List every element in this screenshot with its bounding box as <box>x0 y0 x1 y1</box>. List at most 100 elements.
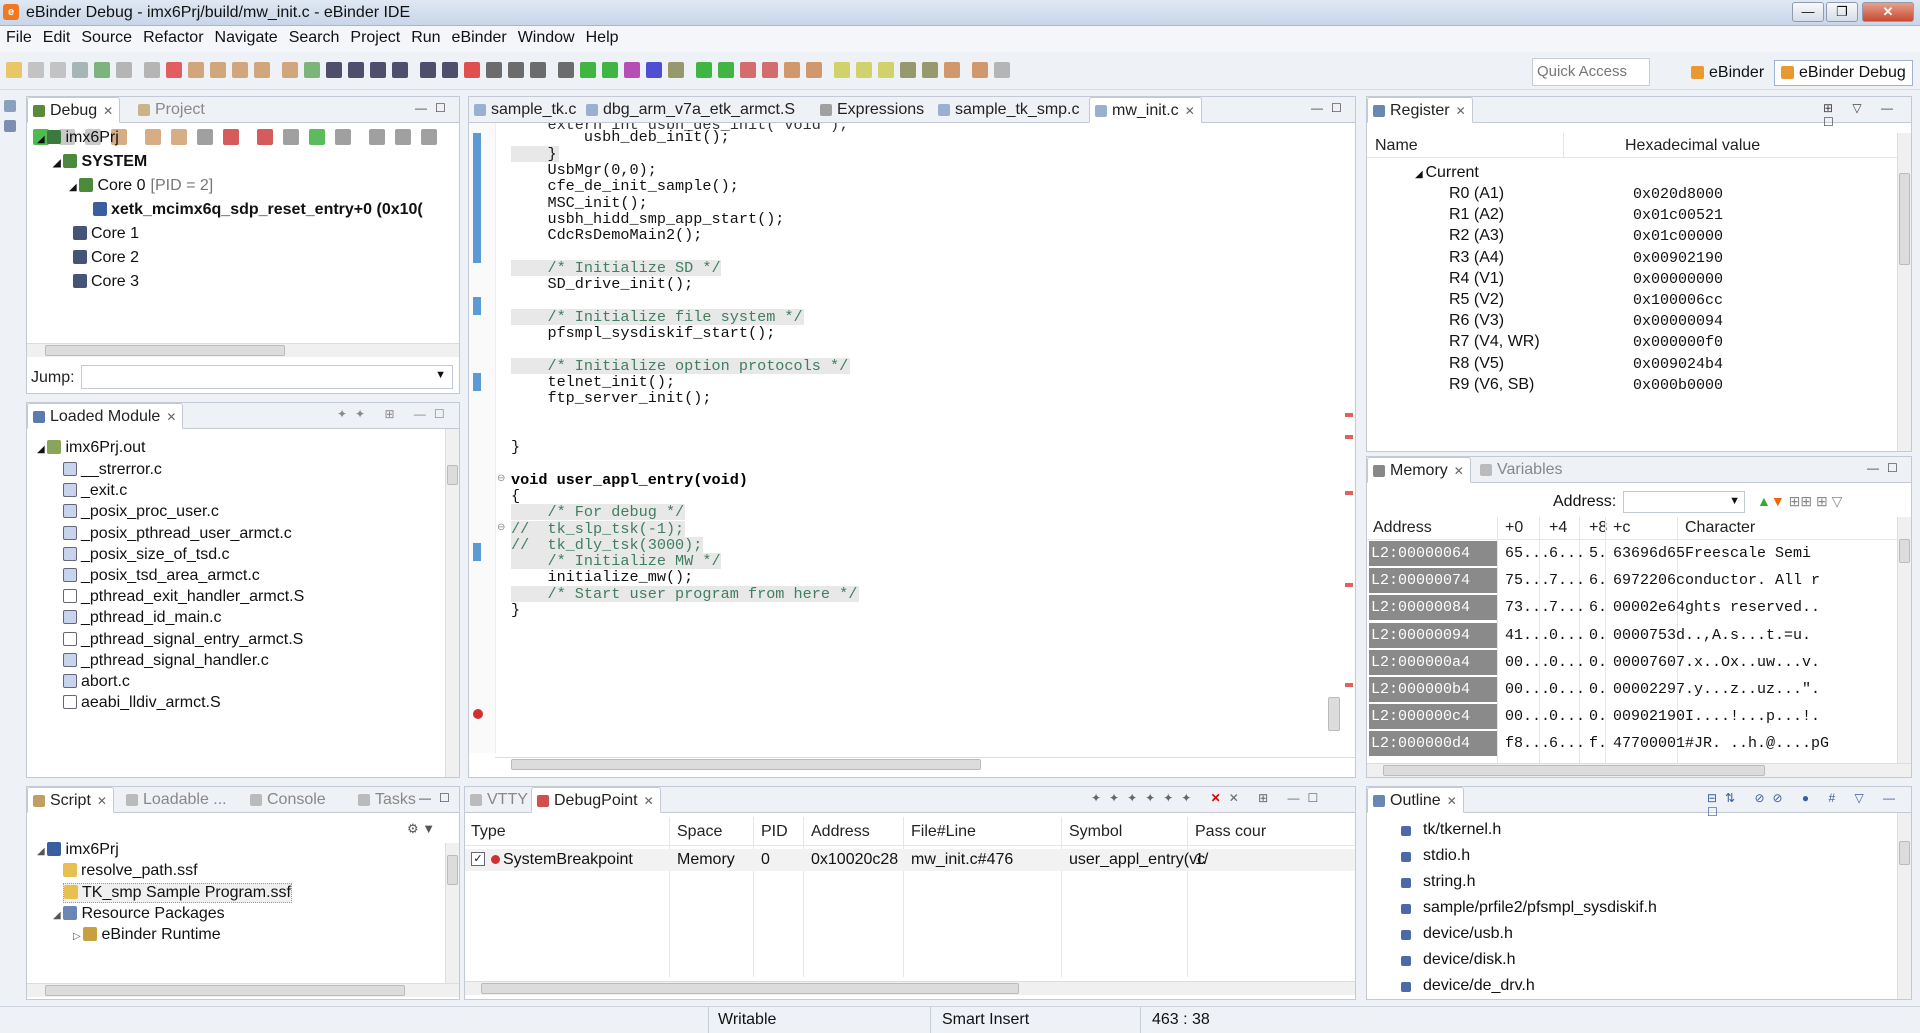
debug-tool-icon[interactable] <box>145 129 161 145</box>
toolbar-tool-icon[interactable] <box>210 62 226 78</box>
memory-cell[interactable]: 6972206c <box>1613 572 1685 589</box>
module-file[interactable]: _pthread_id_main.c <box>63 609 222 627</box>
debugpoint-col-header[interactable]: File#Line <box>911 823 976 841</box>
outline-toolbar-icons[interactable]: ⊟⇅ ⊘⊘ ● # ▽ —☐ <box>1707 791 1911 819</box>
toolbar-tool-icon[interactable] <box>232 62 248 78</box>
register-value[interactable]: 0x00902190 <box>1633 250 1723 267</box>
memory-cell[interactable]: 00... <box>1505 654 1550 671</box>
debug-tool-icon[interactable] <box>309 129 325 145</box>
expand-arrow-icon[interactable]: ◢ <box>53 158 63 169</box>
debugpoint-col-header[interactable]: PID <box>761 823 788 841</box>
toolbar-tool-icon[interactable] <box>668 62 684 78</box>
memory-cell[interactable]: 65... <box>1505 545 1550 562</box>
memory-cell[interactable]: 5. <box>1589 545 1607 562</box>
view-minmax[interactable]: —☐ <box>1867 461 1906 475</box>
memory-cell[interactable]: 75... <box>1505 572 1550 589</box>
toolbar-tool-icon[interactable] <box>718 62 734 78</box>
memory-cell[interactable]: 0000753d <box>1613 627 1685 644</box>
memory-cell[interactable]: 6... <box>1549 735 1585 752</box>
memory-address-combo[interactable]: ▼ <box>1623 491 1745 513</box>
toolbar-tool-icon[interactable] <box>442 62 458 78</box>
register-row[interactable]: R0 (A1) 0x020d8000 <box>1367 185 1897 206</box>
toolbar-tool-icon[interactable] <box>972 62 988 78</box>
expand-arrow-icon[interactable]: ◢ <box>69 182 79 193</box>
debug-tool-icon[interactable] <box>369 129 385 145</box>
tab-variables[interactable]: Variables <box>1475 457 1569 483</box>
horizontal-scrollbar[interactable] <box>27 343 459 357</box>
breakpoint-icon[interactable] <box>473 709 483 719</box>
quick-access-input[interactable]: Quick Access <box>1532 58 1650 86</box>
memory-cell[interactable]: 7... <box>1549 599 1585 616</box>
toolbar-tool-icon[interactable] <box>464 62 480 78</box>
toolbar-tool-icon[interactable] <box>806 62 822 78</box>
memory-cell[interactable]: 00... <box>1505 708 1550 725</box>
jump-combo[interactable]: ▼ <box>81 365 453 389</box>
module-root[interactable]: ◢ imx6Prj.out <box>37 439 146 457</box>
memory-cell[interactable]: 73... <box>1505 599 1550 616</box>
vertical-scrollbar[interactable] <box>1897 133 1911 451</box>
toolbar-tool-icon[interactable] <box>784 62 800 78</box>
register-row[interactable]: R5 (V2) 0x100006cc <box>1367 291 1897 312</box>
vertical-scrollbar[interactable] <box>1897 517 1911 763</box>
col-hex-value[interactable]: Hexadecimal value <box>1625 137 1760 155</box>
toolbar-tool-icon[interactable] <box>602 62 618 78</box>
module-toolbar-icons[interactable]: ✦✦ ⊞ —☐ <box>337 407 453 421</box>
tab-dbg-arm-s[interactable]: dbg_arm_v7a_etk_armct.S <box>581 97 801 123</box>
fold-icon[interactable]: ⊖ <box>497 522 505 533</box>
toolbar-tool-icon[interactable] <box>580 62 596 78</box>
tab-memory[interactable]: Memory ✕ <box>1367 457 1471 483</box>
fold-icon[interactable]: ⊖ <box>497 473 505 484</box>
toolbar-tool-icon[interactable] <box>558 62 574 78</box>
register-value[interactable]: 0x01c00521 <box>1633 207 1723 224</box>
horizontal-scrollbar[interactable] <box>27 983 459 997</box>
vertical-scrollbar[interactable] <box>1897 813 1911 999</box>
col-name[interactable]: Name <box>1375 137 1418 155</box>
toolbar-tool-icon[interactable] <box>646 62 662 78</box>
module-file[interactable]: _pthread_signal_entry_armct.S <box>63 631 303 649</box>
collapse-arrow-icon[interactable]: ▷ <box>73 931 83 942</box>
menu-source[interactable]: Source <box>75 26 137 47</box>
register-row[interactable]: R6 (V3) 0x00000094 <box>1367 312 1897 333</box>
register-row[interactable]: R3 (A4) 0x00902190 <box>1367 249 1897 270</box>
memory-cell[interactable]: f. <box>1589 735 1607 752</box>
debugpoint-col-header[interactable]: Pass cour <box>1195 823 1266 841</box>
view-minmax[interactable]: —☐ <box>1311 101 1350 115</box>
script-menu-icon[interactable]: ⚙ ▼ <box>407 821 435 837</box>
toolbar-tool-icon[interactable] <box>6 62 22 78</box>
module-file[interactable]: _posix_proc_user.c <box>63 503 219 521</box>
menu-refactor[interactable]: Refactor <box>137 26 208 47</box>
outline-item[interactable]: stdio.h <box>1401 847 1470 865</box>
register-value[interactable]: 0x000000f0 <box>1633 334 1723 351</box>
toolbar-tool-icon[interactable] <box>508 62 524 78</box>
tab-expressions[interactable]: Expressions <box>815 97 930 123</box>
debug-tool-icon[interactable] <box>283 129 299 145</box>
memory-cell[interactable]: 47700001 <box>1613 735 1685 752</box>
debugpoint-col-header[interactable]: Type <box>471 823 506 841</box>
tab-sample-tk-c[interactable]: sample_tk.c <box>469 97 582 123</box>
module-file[interactable]: _pthread_exit_handler_armct.S <box>63 588 304 606</box>
view-minmax[interactable]: ⊞ ▽ —☐ <box>1823 101 1911 129</box>
memory-cell[interactable]: 6. <box>1589 572 1607 589</box>
module-file[interactable]: _exit.c <box>63 482 127 500</box>
memory-nav-icons[interactable]: ▲▼ ⊞⊞ ⊞ ▽ <box>1757 493 1842 510</box>
memory-cell[interactable]: I....!...p...!. <box>1685 708 1820 725</box>
tab-loaded-module[interactable]: Loaded Module ✕ <box>27 403 184 429</box>
toolbar-tool-icon[interactable] <box>72 62 88 78</box>
toolbar-tool-icon[interactable] <box>348 62 364 78</box>
toolbar-tool-icon[interactable] <box>762 62 778 78</box>
outline-item[interactable]: device/usb.h <box>1401 925 1513 943</box>
breakpoint-checkbox[interactable]: ✓ <box>471 852 485 866</box>
view-icon[interactable] <box>4 120 16 132</box>
close-icon[interactable]: ✕ <box>166 410 176 424</box>
menu-ebinder[interactable]: eBinder <box>446 26 512 47</box>
register-row[interactable]: R8 (V5) 0x009024b4 <box>1367 355 1897 376</box>
memory-cell[interactable]: 00007607 <box>1613 654 1685 671</box>
toolbar-tool-icon[interactable] <box>370 62 386 78</box>
toolbar-tool-icon[interactable] <box>900 62 916 78</box>
module-file[interactable]: _posix_pthread_user_armct.c <box>63 525 292 543</box>
script-tree-node[interactable]: ▷ eBinder Runtime <box>73 926 221 944</box>
toolbar-tool-icon[interactable] <box>944 62 960 78</box>
tab-register[interactable]: Register ✕ <box>1367 97 1473 123</box>
memory-cell[interactable]: 0... <box>1549 627 1585 644</box>
tab-tasks[interactable]: Tasks <box>353 787 422 813</box>
